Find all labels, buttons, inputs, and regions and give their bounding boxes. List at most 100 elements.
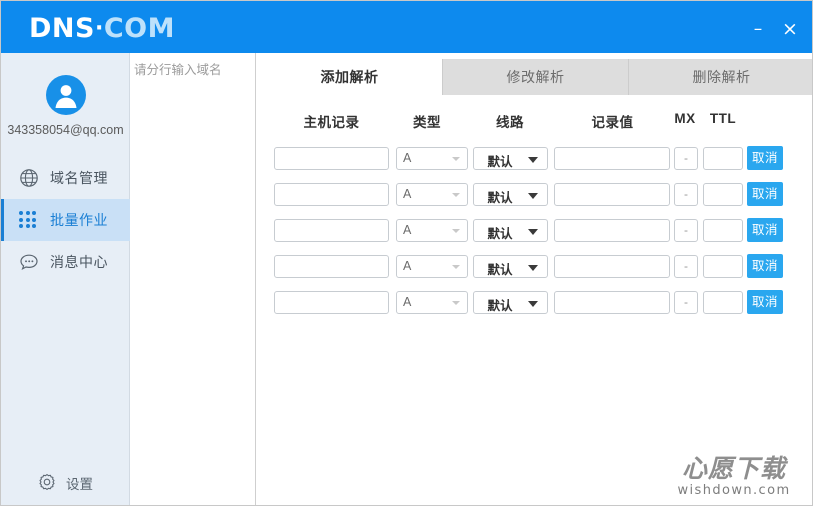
title-bar: DNS·COM – × — [1, 1, 812, 53]
host-input[interactable] — [274, 147, 389, 170]
table-row: A 默认 - 取消 — [257, 251, 812, 287]
column-header-host: 主机记录 — [303, 115, 360, 130]
close-button[interactable]: × — [780, 19, 800, 39]
chevron-down-icon — [528, 193, 538, 199]
watermark: 心愿下载 wishdown.com — [670, 455, 798, 499]
logo-main: DNS — [29, 13, 95, 44]
sidebar-item-label: 批量作业 — [50, 212, 108, 228]
cancel-button[interactable]: 取消 — [747, 182, 783, 206]
record-rows: A 默认 - 取消 A 默认 - 取消 A 默认 - 取消 A 默认 - 取消 … — [257, 143, 812, 323]
message-bubble-icon — [19, 252, 39, 272]
tab-modify-record[interactable]: 修改解析 — [443, 59, 629, 95]
minimize-button[interactable]: – — [748, 19, 768, 39]
chevron-down-icon — [452, 193, 460, 197]
cancel-button[interactable]: 取消 — [747, 254, 783, 278]
mx-field: - — [674, 255, 698, 278]
record-value-input[interactable] — [554, 219, 670, 242]
type-select[interactable]: A — [396, 147, 468, 170]
domain-list-textarea[interactable] — [130, 53, 255, 505]
line-select[interactable]: 默认 — [473, 255, 548, 278]
sidebar-item-label: 消息中心 — [50, 254, 108, 270]
column-header-line: 线路 — [496, 115, 524, 130]
type-select[interactable]: A — [396, 183, 468, 206]
table-row: A 默认 - 取消 — [257, 215, 812, 251]
line-select-value: 默认 — [487, 191, 513, 205]
chevron-down-icon — [528, 157, 538, 163]
main-panel: 添加解析 修改解析 删除解析 主机记录 类型 线路 记录值 MX TTL A 默… — [257, 53, 812, 505]
host-input[interactable] — [274, 183, 389, 206]
type-select[interactable]: A — [396, 219, 468, 242]
sidebar-item-domain-management[interactable]: 域名管理 — [1, 157, 130, 199]
sidebar-item-label: 域名管理 — [50, 170, 108, 186]
line-select-value: 默认 — [487, 155, 513, 169]
chevron-down-icon — [452, 265, 460, 269]
grid-dots-icon — [19, 210, 39, 230]
settings-button[interactable]: 设置 — [1, 473, 130, 493]
chevron-down-icon — [528, 229, 538, 235]
chevron-down-icon — [452, 301, 460, 305]
mx-field: - — [674, 219, 698, 242]
sidebar-item-batch-jobs[interactable]: 批量作业 — [1, 199, 130, 241]
record-value-input[interactable] — [554, 183, 670, 206]
avatar[interactable] — [46, 75, 86, 115]
chevron-down-icon — [528, 265, 538, 271]
table-row: A 默认 - 取消 — [257, 179, 812, 215]
column-header-value: 记录值 — [591, 115, 634, 130]
ttl-input[interactable] — [703, 183, 743, 206]
sidebar-item-message-center[interactable]: 消息中心 — [1, 241, 130, 283]
user-email: 343358054@qq.com — [7, 123, 124, 137]
record-value-input[interactable] — [554, 255, 670, 278]
chevron-down-icon — [528, 301, 538, 307]
record-value-input[interactable] — [554, 291, 670, 314]
ttl-input[interactable] — [703, 291, 743, 314]
cancel-button[interactable]: 取消 — [747, 290, 783, 314]
line-select[interactable]: 默认 — [473, 147, 548, 170]
line-select-value: 默认 — [487, 227, 513, 241]
app-logo: DNS·COM — [29, 13, 175, 44]
type-select-value: A — [403, 295, 412, 309]
cancel-button[interactable]: 取消 — [747, 146, 783, 170]
domain-input-panel — [130, 53, 256, 505]
chevron-down-icon — [452, 229, 460, 233]
host-input[interactable] — [274, 291, 389, 314]
tab-underline — [257, 95, 812, 96]
ttl-input[interactable] — [703, 219, 743, 242]
watermark-cn: 心愿下载 — [681, 454, 786, 483]
type-select-value: A — [403, 187, 412, 201]
logo-suffix: COM — [103, 13, 175, 44]
tab-add-record[interactable]: 添加解析 — [257, 59, 443, 95]
line-select[interactable]: 默认 — [473, 183, 548, 206]
mx-field: - — [674, 147, 698, 170]
table-row: A 默认 - 取消 — [257, 287, 812, 323]
table-header: 主机记录 类型 线路 记录值 MX TTL — [257, 111, 812, 135]
host-input[interactable] — [274, 219, 389, 242]
line-select-value: 默认 — [487, 299, 513, 313]
column-header-type: 类型 — [413, 115, 441, 130]
column-header-ttl: TTL — [709, 111, 737, 126]
host-input[interactable] — [274, 255, 389, 278]
sidebar-nav: 域名管理 批量作业 消息中心 — [1, 157, 130, 283]
line-select[interactable]: 默认 — [473, 219, 548, 242]
type-select-value: A — [403, 151, 412, 165]
column-header-mx: MX — [674, 111, 696, 126]
globe-icon — [19, 168, 39, 188]
type-select-value: A — [403, 259, 412, 273]
type-select[interactable]: A — [396, 255, 468, 278]
cancel-button[interactable]: 取消 — [747, 218, 783, 242]
tab-delete-record[interactable]: 删除解析 — [629, 59, 812, 95]
type-select-value: A — [403, 223, 412, 237]
settings-label: 设置 — [66, 477, 93, 492]
ttl-input[interactable] — [703, 147, 743, 170]
gear-icon — [38, 473, 58, 493]
table-row: A 默认 - 取消 — [257, 143, 812, 179]
tab-bar: 添加解析 修改解析 删除解析 — [257, 59, 812, 95]
watermark-en: wishdown.com — [677, 483, 791, 498]
type-select[interactable]: A — [396, 291, 468, 314]
line-select[interactable]: 默认 — [473, 291, 548, 314]
record-value-input[interactable] — [554, 147, 670, 170]
user-icon — [55, 85, 77, 108]
ttl-input[interactable] — [703, 255, 743, 278]
logo-dot: · — [94, 16, 104, 41]
line-select-value: 默认 — [487, 263, 513, 277]
sidebar: 343358054@qq.com 域名管理 批量作业 消息中心 设置 — [1, 53, 130, 505]
